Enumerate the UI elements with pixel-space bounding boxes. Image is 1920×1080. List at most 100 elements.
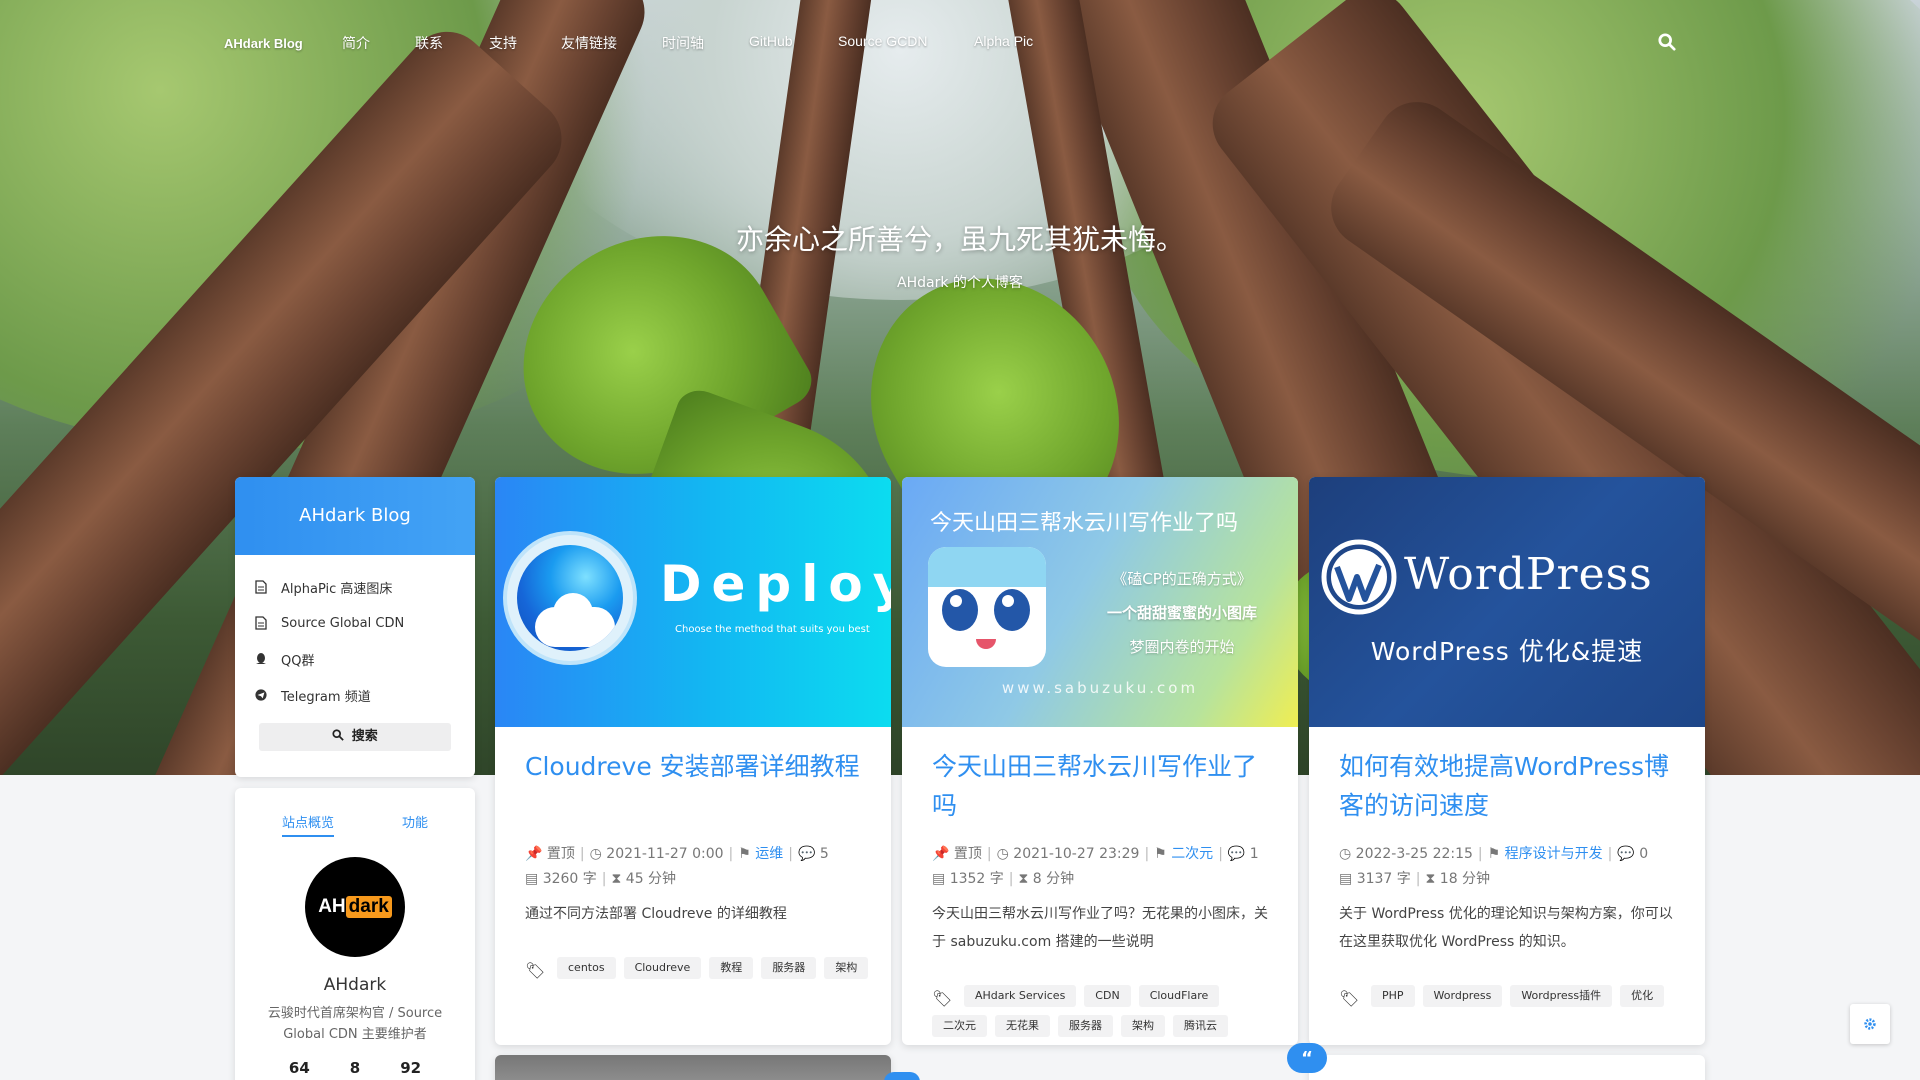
sidebar-link-alphapic[interactable]: AlphaPic 高速图床 [255,569,455,605]
avatar-text-dark: dark [345,896,392,918]
post-card[interactable]: Deploy Choose the method that suits you … [495,477,891,1045]
nav-item-timeline[interactable]: 时间轴 [662,33,704,53]
cover-url: www.sabuzuku.com [1001,679,1199,697]
tag[interactable]: CloudFlare [1138,985,1220,1007]
search-icon [332,729,344,741]
cover-title: Deploy [660,555,891,613]
nav-brand[interactable]: AHdark Blog [224,36,303,51]
word-count-icon: ▤ [1339,871,1353,887]
sidebar-link-source-cdn[interactable]: Source Global CDN [255,605,455,641]
stat-categories[interactable]: 8 [350,1059,360,1077]
post-meta: ◷ 2022-3-25 22:15 | ⚑ 程序设计与开发 | 💬 0 ▤ 3137 字… [1339,846,1649,887]
hourglass-icon: ⧗ [611,871,622,887]
post-read-time: 18 分钟 [1439,871,1491,887]
post-words: 1352 字 [949,871,1004,887]
top-navbar: AHdark Blog 简介 联系 支持 友情链接 时间轴 GitHub Sou… [0,0,1920,84]
cover-line: 《磕CP的正确方式》 [1112,570,1252,588]
tag[interactable]: Wordpress [1422,985,1503,1007]
bookmark-icon: ⚑ [738,846,751,862]
post-read-time: 45 分钟 [625,871,677,887]
post-card[interactable]: 今天山田三帮水云川写作业了吗 《磕CP的正确方式》 一个甜甜蜜蜜的小图库 梦圈内… [902,477,1298,1045]
pin-icon: 📌 [525,846,543,862]
sidebar-link-telegram[interactable]: Telegram 频道 [255,677,455,713]
sidebar-link-label: Telegram 频道 [281,689,371,705]
post-words: 3137 字 [1356,871,1411,887]
tag[interactable]: 服务器 [761,957,817,979]
word-count-icon: ▤ [932,871,946,887]
post-comments[interactable]: 1 [1250,846,1259,862]
post-card-peek[interactable] [1309,1055,1705,1080]
tag[interactable]: Wordpress插件 [1510,985,1613,1007]
tag[interactable]: CDN [1084,985,1131,1007]
tag[interactable]: 无花果 [995,1015,1050,1037]
post-category[interactable]: 运维 [755,846,783,862]
hero-subtitle: AHdark 的个人博客 [897,275,1023,291]
post-tags: 🏷 PHP Wordpress Wordpress插件 优化 [1339,985,1689,1008]
post-comments[interactable]: 5 [820,846,829,862]
post-cover[interactable]: WordPress WordPress 优化&提速 [1309,477,1705,727]
tag[interactable]: 腾讯云 [1173,1015,1228,1037]
post-cover[interactable]: Deploy Choose the method that suits you … [495,477,891,727]
tags-icon: 🏷 [1339,989,1360,1008]
nav-item-contact[interactable]: 联系 [415,33,443,53]
post-title[interactable]: 今天山田三帮水云川写作业了吗 [932,747,1272,825]
nav-item-intro[interactable]: 简介 [342,33,370,53]
tag[interactable]: 二次元 [932,1015,987,1037]
post-category[interactable]: 二次元 [1171,846,1213,862]
tag[interactable]: 优化 [1620,985,1665,1007]
file-icon [255,616,267,630]
nav-item-github[interactable]: GitHub [749,33,793,49]
search-icon[interactable] [1658,33,1676,51]
stat-posts[interactable]: 64 [289,1059,310,1077]
post-card[interactable]: WordPress WordPress 优化&提速 如何有效地提高WordPre… [1309,477,1705,1045]
nav-item-alpha-pic[interactable]: Alpha Pic [974,33,1033,49]
profile-card: 站点概览 功能 AH dark AHdark 云骏时代首席架构官 / Sourc… [235,788,475,1080]
post-title[interactable]: Cloudreve 安装部署详细教程 [525,747,865,786]
tag[interactable]: 架构 [824,957,869,979]
sidebar-search-label: 搜索 [351,729,378,744]
comments-icon: 💬 [797,846,816,862]
post-excerpt: 通过不同方法部署 Cloudreve 的详细教程 [525,906,787,922]
stat-tags[interactable]: 92 [400,1059,421,1077]
post-title[interactable]: 如何有效地提高WordPress博客的访问速度 [1339,747,1679,825]
tags-icon: 🏷 [932,989,953,1008]
tag[interactable]: centos [557,957,616,979]
post-comments[interactable]: 0 [1639,846,1648,862]
tag[interactable]: Cloudreve [623,957,702,979]
hourglass-icon: ⧗ [1425,871,1436,887]
author-bio: 云骏时代首席架构官 / Source Global CDN 主要维护者 [267,1006,443,1042]
tag[interactable]: 服务器 [1058,1015,1113,1037]
hero-title: 亦余心之所善兮，虽九死其犹未悔。 [735,223,1184,256]
tag[interactable]: 教程 [709,957,754,979]
scroll-indicator[interactable] [884,1072,920,1080]
nav-item-support[interactable]: 支持 [489,33,517,53]
tag[interactable]: AHdark Services [964,985,1077,1007]
clock-icon: ◷ [1339,846,1352,862]
sidebar-link-label: QQ群 [281,653,315,669]
post-excerpt: 今天山田三帮水云川写作业了吗？无花果的小图床，关于 sabuzuku.com 搭… [932,906,1268,950]
sidebar-link-label: AlphaPic 高速图床 [281,581,393,597]
post-read-time: 8 分钟 [1032,871,1075,887]
tag[interactable]: PHP [1371,985,1415,1007]
qq-icon [256,653,266,664]
nav-item-friends[interactable]: 友情链接 [561,33,617,53]
post-card-peek[interactable] [495,1055,891,1080]
clock-icon: ◷ [996,846,1009,862]
tab-site-overview[interactable]: 站点概览 [281,812,334,837]
quote-icon[interactable]: “ [1287,1043,1327,1073]
sidebar-link-label: Source Global CDN [281,615,405,631]
sidebar-search-button[interactable]: 搜索 [259,723,451,751]
tab-features[interactable]: 功能 [402,812,428,837]
post-cover[interactable]: 今天山田三帮水云川写作业了吗 《磕CP的正确方式》 一个甜甜蜜蜜的小图库 梦圈内… [902,477,1298,727]
bookmark-icon: ⚑ [1154,846,1167,862]
nav-item-source-gcdn[interactable]: Source GCDN [838,33,927,49]
post-category[interactable]: 程序设计与开发 [1505,846,1603,862]
cover-lines: 《磕CP的正确方式》 一个甜甜蜜蜜的小图库 梦圈内卷的开始 [1072,562,1292,664]
tag[interactable]: 架构 [1121,1015,1165,1037]
settings-button[interactable] [1850,1004,1890,1044]
sidebar-link-qq[interactable]: QQ群 [255,641,455,677]
gear-icon [1864,1018,1876,1030]
post-date: 2021-10-27 23:29 [1013,846,1140,862]
avatar-text-ah: AH [318,896,346,917]
comments-icon: 💬 [1227,846,1246,862]
